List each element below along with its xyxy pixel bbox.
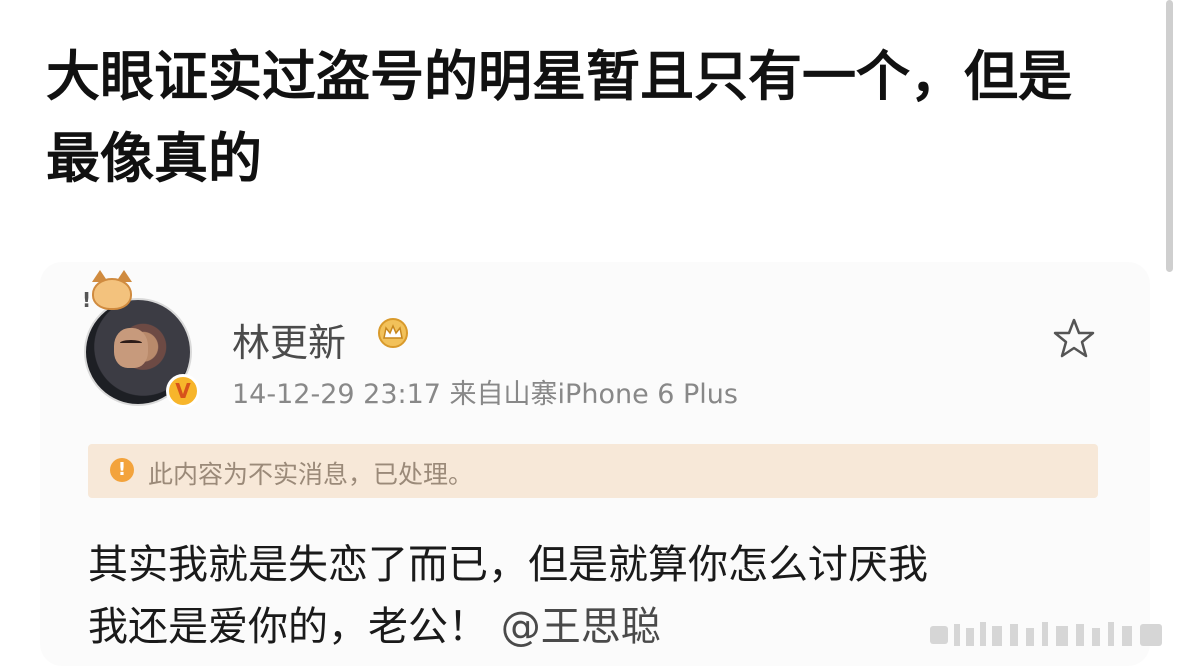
post-content-line-2: 我还是爱你的，老公！ @王思聪 — [88, 594, 661, 652]
cat-pendant-icon — [92, 278, 132, 310]
exclamation-mark-icon: ! — [82, 288, 92, 312]
post-content-text: 我还是爱你的，老公！ — [88, 604, 488, 650]
scrollbar[interactable] — [1166, 0, 1173, 272]
avatar-eyes-graphic — [120, 340, 142, 346]
warning-icon: ! — [110, 458, 134, 482]
mention-link[interactable]: @王思聪 — [501, 604, 661, 650]
star-outline-icon[interactable] — [1052, 316, 1096, 360]
crown-icon — [378, 318, 408, 348]
verified-v-icon: V — [166, 374, 200, 408]
post-content-line-1: 其实我就是失恋了而已，但是就算你怎么讨厌我 — [88, 542, 928, 588]
avatar-face-graphic — [114, 328, 148, 368]
post-meta: 14-12-29 23:17 来自山寨iPhone 6 Plus — [232, 372, 738, 411]
post-timestamp: 14-12-29 23:17 — [232, 379, 441, 410]
username[interactable]: 林更新 — [232, 312, 346, 367]
post-source[interactable]: 来自山寨iPhone 6 Plus — [450, 379, 738, 410]
avatar-group[interactable]: ! V — [70, 270, 210, 410]
notice-text: 此内容为不实消息，已处理。 — [148, 460, 474, 489]
headline-text: 大眼证实过盗号的明星暂且只有一个，但是最像真的 — [46, 45, 1072, 190]
watermark-graphic — [930, 622, 1162, 646]
